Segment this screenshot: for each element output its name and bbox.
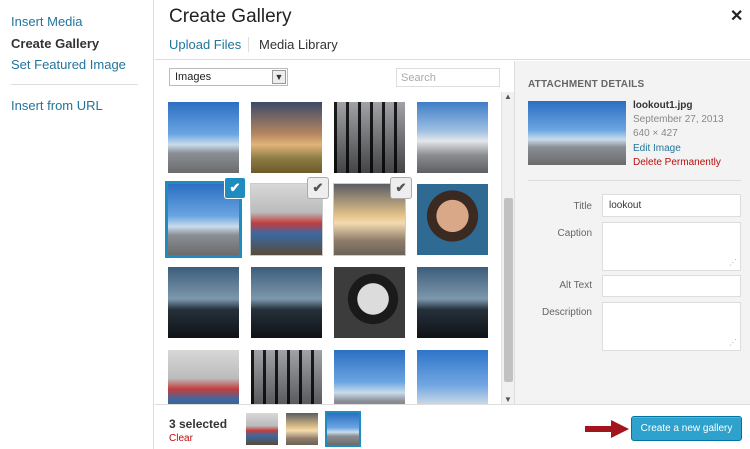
attachment-thumbnail[interactable] [251, 102, 322, 173]
clear-selection-link[interactable]: Clear [169, 433, 193, 444]
attachment-thumbnail[interactable] [417, 184, 488, 255]
details-heading: ATTACHMENT DETAILS [528, 79, 645, 90]
attachment-preview-image [528, 101, 626, 165]
title-label: Title [573, 201, 592, 212]
selection-thumbnail-current[interactable] [325, 411, 361, 447]
filter-value: Images [175, 71, 212, 83]
menu-item-insert-from-url[interactable]: Insert from URL [11, 98, 103, 113]
checkmark-icon[interactable]: ✔ [225, 178, 245, 198]
checkmark-icon[interactable]: ✔ [391, 178, 411, 198]
attachment-thumbnail[interactable] [251, 350, 322, 404]
arrow-right-icon [585, 420, 629, 438]
delete-permanently-link[interactable]: Delete Permanently [633, 157, 721, 168]
attachment-thumbnail[interactable] [417, 267, 488, 338]
alt-text-field[interactable] [602, 275, 741, 297]
scroll-up-icon[interactable]: ▲ [504, 92, 512, 101]
selection-thumbnail[interactable] [286, 413, 318, 445]
edit-image-link[interactable]: Edit Image [633, 143, 681, 154]
attachment-thumbnail[interactable] [417, 350, 488, 404]
search-input[interactable] [396, 68, 500, 87]
attachment-details-sidebar: ATTACHMENT DETAILS lookout1.jpg Septembe… [514, 61, 750, 404]
resize-grip-icon[interactable]: ⋰ [729, 258, 737, 267]
attachment-filename: lookout1.jpg [633, 100, 693, 111]
attachment-thumbnail[interactable] [168, 267, 239, 338]
attachment-thumbnail-selected[interactable]: ✔ [251, 178, 328, 255]
tab-media-library[interactable]: Media Library [248, 37, 338, 52]
attachment-date: September 27, 2013 [633, 114, 724, 125]
attachment-thumbnail[interactable] [168, 350, 239, 404]
attachment-thumbnail[interactable] [334, 102, 405, 173]
attachment-thumbnail[interactable] [251, 267, 322, 338]
frame-router: Upload Files Media Library [155, 30, 750, 60]
attachments-grid: ✔ ✔ ✔ [155, 92, 501, 404]
resize-grip-icon[interactable]: ⋰ [729, 338, 737, 347]
selection-thumbnail[interactable] [246, 413, 278, 445]
description-label: Description [541, 307, 592, 318]
create-new-gallery-button[interactable]: Create a new gallery [631, 416, 742, 441]
attachment-thumbnail[interactable] [334, 267, 405, 338]
alt-text-label: Alt Text [559, 280, 592, 291]
tab-upload-files[interactable]: Upload Files [169, 37, 241, 52]
media-type-filter[interactable]: Images ▼ [169, 68, 288, 86]
chevron-down-icon[interactable]: ▼ [272, 70, 286, 84]
checkmark-icon[interactable]: ✔ [308, 178, 328, 198]
attachment-thumbnail[interactable] [168, 102, 239, 173]
title-field[interactable] [602, 194, 741, 217]
details-divider [528, 180, 741, 181]
scroll-down-icon[interactable]: ▼ [504, 395, 512, 404]
menu-separator [11, 84, 138, 85]
description-field[interactable]: ⋰ [602, 302, 741, 351]
menu-item-set-featured-image[interactable]: Set Featured Image [11, 57, 126, 72]
attachment-thumbnail-selected[interactable]: ✔ [165, 178, 245, 258]
attachment-dimensions: 640 × 427 [633, 128, 678, 139]
caption-field[interactable]: ⋰ [602, 222, 741, 271]
selection-count: 3 selected [169, 417, 228, 431]
menu-item-create-gallery[interactable]: Create Gallery [11, 36, 99, 51]
media-frame-menu: Insert Media Create Gallery Set Featured… [0, 0, 154, 449]
selection-toolbar: 3 selected Clear Create a new gallery [155, 404, 750, 449]
attachment-thumbnail[interactable] [417, 102, 488, 173]
scrollbar-thumb[interactable] [504, 198, 513, 382]
menu-item-insert-media[interactable]: Insert Media [11, 14, 83, 29]
grid-scrollbar[interactable]: ▲ ▼ [501, 92, 514, 404]
close-icon[interactable]: ✕ [730, 6, 743, 26]
caption-label: Caption [557, 228, 592, 239]
attachment-thumbnail[interactable] [334, 350, 405, 404]
attachment-thumbnail-selected[interactable]: ✔ [334, 178, 411, 255]
frame-title: Create Gallery [169, 6, 292, 27]
